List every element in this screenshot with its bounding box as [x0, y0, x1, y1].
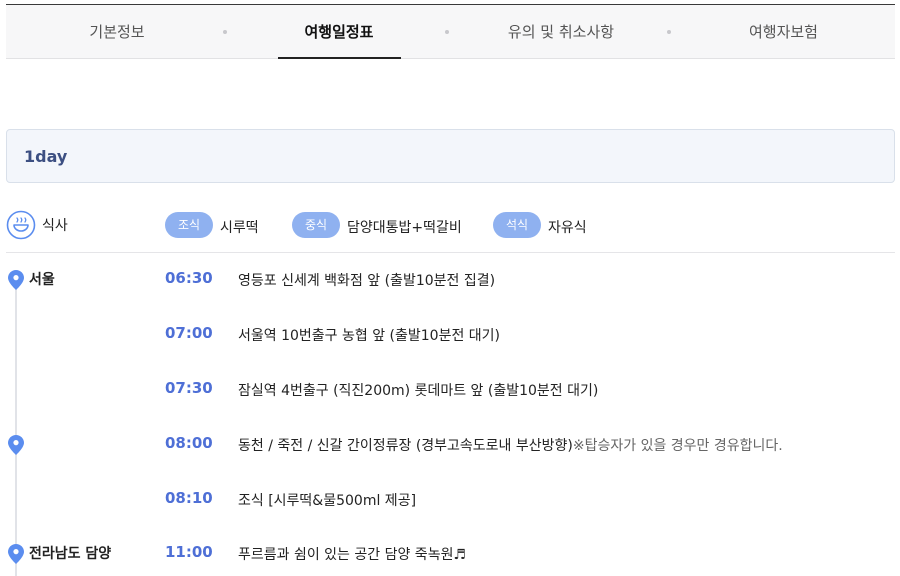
dinner-badge: 석식 [493, 212, 542, 238]
place-label: 전라남도 담양 [29, 546, 112, 562]
timeline-line [15, 280, 17, 576]
location-pin-icon [8, 544, 24, 564]
dinner-menu: 자유식 [548, 220, 587, 236]
schedule-desc-text: 푸르름과 쉼이 있는 공간 담양 죽녹원♬ [238, 547, 467, 563]
location-pin-icon [8, 435, 24, 455]
meals-row: 식사 조식 시루떡 중식 담양대통밥+떡갈비 석식 자유식 [6, 198, 895, 253]
location-pin-icon [8, 270, 24, 290]
schedule-time: 06:30 [165, 269, 213, 287]
schedule-desc: 동천 / 죽전 / 신갈 간이정류장 (경부고속도로내 부산방향)※탑승자가 있… [238, 435, 783, 455]
bowl-icon [6, 210, 36, 240]
schedule-desc-text: 조식 [시루떡&물500ml 제공] [238, 493, 417, 509]
tab-separator-dot [223, 30, 227, 34]
schedule-time: 07:00 [165, 324, 213, 342]
schedule-note: ※탑승자가 있을 경우만 경유합니다. [572, 438, 783, 454]
schedule-time: 08:00 [165, 434, 213, 452]
schedule-time: 08:10 [165, 489, 213, 507]
lunch-menu: 담양대통밥+떡갈비 [347, 220, 462, 236]
schedule-desc-text: 서울역 10번출구 농협 앞 (출발10분전 대기) [238, 328, 501, 344]
schedule-desc-text: 잠실역 4번출구 (직진200m) 롯데마트 앞 (출발10분전 대기) [238, 383, 599, 399]
schedule-desc: 영등포 신세계 백화점 앞 (출발10분전 집결) [238, 270, 495, 290]
place-label: 서울 [29, 272, 55, 288]
schedule-desc: 잠실역 4번출구 (직진200m) 롯데마트 앞 (출발10분전 대기) [238, 380, 598, 400]
tab-bar: 기본정보 여행일정표 유의 및 취소사항 여행자보험 [6, 4, 895, 59]
day-header: 1day [6, 129, 895, 183]
schedule-desc: 푸르름과 쉼이 있는 공간 담양 죽녹원♬ [238, 544, 466, 564]
lunch-badge: 중식 [292, 212, 341, 238]
schedule-time: 11:00 [165, 543, 213, 561]
tab-separator-dot [667, 30, 671, 34]
schedule-desc-text: 동천 / 죽전 / 신갈 간이정류장 (경부고속도로내 부산방향) [238, 438, 573, 454]
tab-separator-dot [445, 30, 449, 34]
tab-basic-info[interactable]: 기본정보 [6, 5, 228, 59]
tab-travel-insurance[interactable]: 여행자보험 [672, 5, 895, 59]
schedule-desc-text: 영등포 신세계 백화점 앞 (출발10분전 집결) [238, 273, 496, 289]
schedule-time: 07:30 [165, 379, 213, 397]
active-tab-indicator [278, 57, 401, 59]
meals-title: 식사 [42, 218, 68, 234]
tab-itinerary[interactable]: 여행일정표 [228, 5, 450, 59]
breakfast-menu: 시루떡 [220, 220, 259, 236]
tab-cancellation-policy[interactable]: 유의 및 취소사항 [450, 5, 672, 59]
breakfast-badge: 조식 [165, 212, 214, 238]
schedule-desc: 서울역 10번출구 농협 앞 (출발10분전 대기) [238, 325, 500, 345]
schedule-desc: 조식 [시루떡&물500ml 제공] [238, 490, 416, 510]
day-label: 1day [24, 147, 68, 166]
